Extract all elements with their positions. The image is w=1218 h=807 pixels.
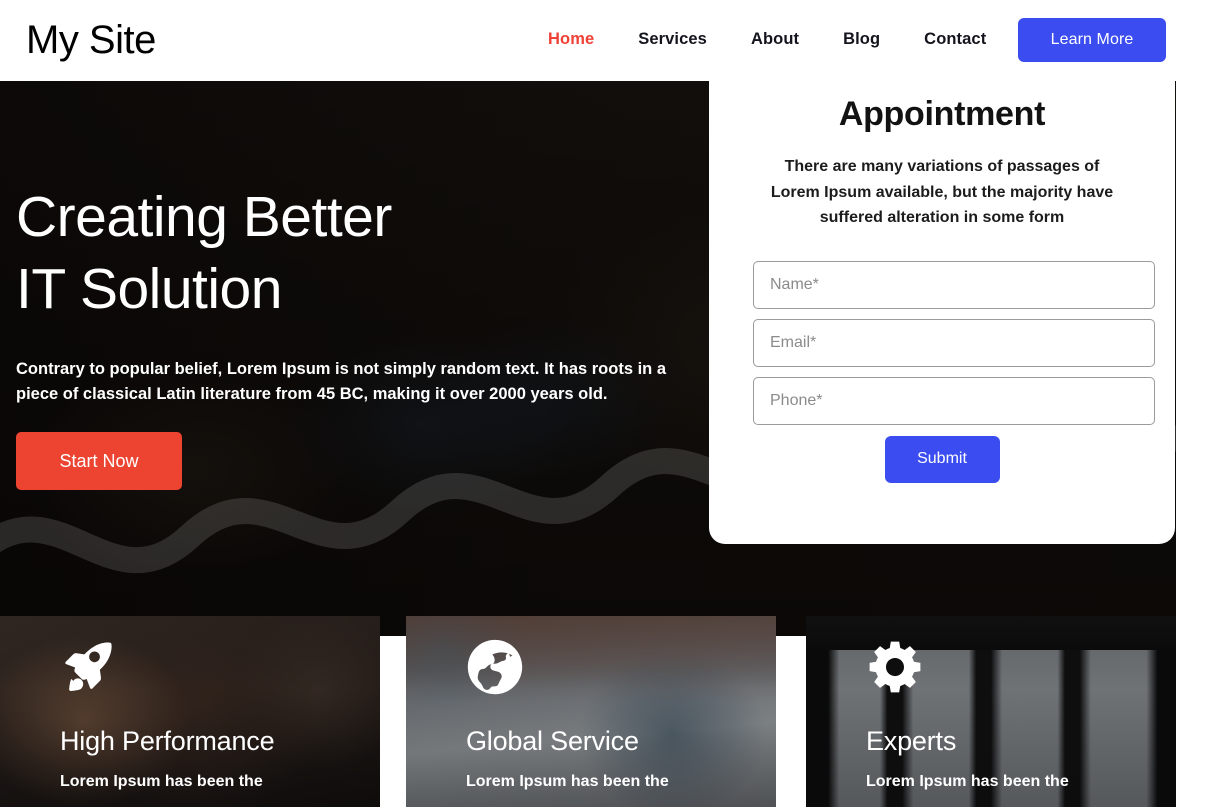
feature-content: Global Service Lorem Ipsum has been the (406, 616, 776, 807)
appointment-description: There are many variations of passages of… (770, 158, 1114, 226)
hero-title: Creating Better IT Solution (16, 181, 716, 325)
features-section: High Performance Lorem Ipsum has been th… (0, 616, 1218, 807)
feature-card-global-service[interactable]: Global Service Lorem Ipsum has been the (406, 616, 776, 807)
feature-text: Lorem Ipsum has been the (866, 773, 1069, 790)
feature-card-experts[interactable]: Experts Lorem Ipsum has been the (806, 616, 1176, 807)
globe-icon (466, 638, 524, 696)
nav-item-contact[interactable]: Contact (902, 30, 1008, 49)
feature-content: Experts Lorem Ipsum has been the (806, 616, 1176, 807)
site-logo[interactable]: My Site (26, 17, 156, 64)
nav-item-blog[interactable]: Blog (821, 30, 902, 49)
appointment-form: Submit (753, 260, 1155, 483)
learn-more-button[interactable]: Learn More (1018, 18, 1166, 62)
submit-button[interactable]: Submit (884, 435, 1000, 483)
hero-content: Creating Better IT Solution Contrary to … (16, 181, 716, 490)
feature-title: Global Service (466, 726, 639, 756)
hero-title-line-2: IT Solution (16, 257, 282, 321)
feature-text: Lorem Ipsum has been the (60, 773, 263, 790)
feature-title: High Performance (60, 726, 275, 756)
feature-card-high-performance[interactable]: High Performance Lorem Ipsum has been th… (0, 616, 380, 807)
hero-description: Contrary to popular belief, Lorem Ipsum … (16, 360, 667, 403)
appointment-title: Appointment (838, 95, 1046, 133)
hero-title-line-1: Creating Better (16, 185, 392, 249)
gear-icon (866, 638, 924, 696)
nav-item-home[interactable]: Home (548, 30, 616, 49)
phone-input[interactable] (753, 376, 1155, 425)
feature-title: Experts (866, 726, 957, 756)
rocket-icon (60, 638, 118, 696)
name-input[interactable] (753, 260, 1155, 309)
submit-row: Submit (753, 435, 1131, 483)
appointment-card: Appointment There are many variations of… (709, 0, 1175, 544)
nav-item-about[interactable]: About (729, 30, 821, 49)
feature-text: Lorem Ipsum has been the (466, 773, 669, 790)
email-input[interactable] (753, 318, 1155, 367)
site-header: My Site Home Services About Blog Contact… (0, 0, 1218, 81)
nav-item-services[interactable]: Services (616, 30, 729, 49)
main-navigation: Home Services About Blog Contact (548, 30, 1008, 49)
start-now-button[interactable]: Start Now (16, 432, 182, 490)
feature-content: High Performance Lorem Ipsum has been th… (0, 616, 380, 807)
